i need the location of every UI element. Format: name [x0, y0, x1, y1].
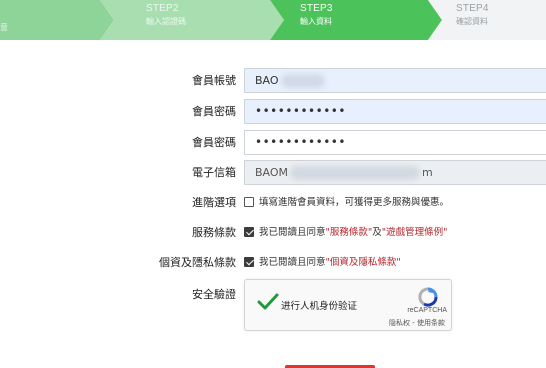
step2-segment — [100, 0, 284, 40]
step3: STEP3 輸入資料 — [300, 4, 333, 26]
privacy-checkbox[interactable] — [244, 256, 254, 267]
password-input[interactable]: •••••••••••• — [244, 99, 546, 124]
step4-title: STEP4 — [456, 3, 489, 14]
step4-subtitle: 確認資料 — [456, 17, 488, 26]
step4: STEP4 確認資料 — [456, 4, 489, 26]
step3-title: STEP3 — [300, 3, 333, 14]
email-input[interactable]: BAOM m — [244, 160, 546, 185]
step3-subtitle: 輸入資料 — [300, 17, 332, 26]
service-terms-link[interactable]: "服務條款" — [326, 227, 373, 238]
terms-middle: 及 — [372, 227, 382, 238]
privacy-label: 個資及隱私條款 — [159, 256, 236, 269]
terms-option[interactable]: 我已閱讀且同意"服務條款"及"遊戲管理條例" — [244, 220, 448, 246]
step2-title: STEP2 — [146, 3, 179, 14]
account-value: BAO — [255, 74, 279, 87]
privacy-row: 個資及隱私條款 我已閱讀且同意"個資及隱私條款" — [0, 250, 546, 276]
terms-label: 服務條款 — [192, 226, 236, 239]
email-value-end: m — [422, 166, 433, 179]
recaptcha-widget[interactable]: 进行人机身份验证 reCAPTCHA 隐私权 - 使用条款 — [244, 279, 452, 331]
redaction-blur — [280, 74, 325, 88]
redaction-blur — [290, 166, 421, 180]
checkmark-icon[interactable] — [257, 293, 279, 311]
password-row: 會員密碼 •••••••••••• — [0, 99, 546, 125]
advanced-checkbox[interactable] — [244, 196, 254, 207]
recaptcha-brand: reCAPTCHA — [407, 307, 447, 314]
email-label: 電子信箱 — [192, 166, 236, 179]
privacy-prefix: 我已閱讀且同意 — [259, 257, 326, 268]
step2: STEP2 輸入認證碼 — [146, 4, 186, 26]
terms-prefix: 我已閱讀且同意 — [259, 227, 326, 238]
email-value-start: BAOM — [255, 166, 289, 179]
account-input[interactable]: BAO — [244, 68, 546, 93]
game-rules-link[interactable]: "遊戲管理條例" — [382, 227, 448, 238]
terms-checkbox[interactable] — [244, 226, 254, 237]
account-label: 會員帳號 — [192, 74, 236, 87]
step1-segment — [0, 0, 114, 40]
password-confirm-label: 會員密碼 — [192, 136, 236, 149]
recaptcha-logo-icon — [418, 287, 438, 307]
terms-row: 服務條款 我已閱讀且同意"服務條款"及"遊戲管理條例" — [0, 220, 546, 246]
account-row: 會員帳號 BAO — [0, 68, 546, 94]
step3-segment — [270, 0, 442, 40]
advanced-label: 進階選項 — [192, 196, 236, 209]
advanced-option[interactable]: 填寫進階會員資料，可獲得更多服務與優惠。 — [244, 190, 449, 216]
password-confirm-value: •••••••••••• — [255, 135, 346, 149]
advanced-text: 填寫進階會員資料，可獲得更多服務與優惠。 — [259, 197, 450, 208]
email-row: 電子信箱 BAOM m — [0, 160, 546, 186]
step1-subtitle: 意 — [0, 23, 8, 32]
privacy-option[interactable]: 我已閱讀且同意"個資及隱私條款" — [244, 250, 401, 276]
privacy-terms-link[interactable]: "個資及隱私條款" — [326, 257, 401, 268]
step2-subtitle: 輸入認證碼 — [146, 17, 186, 26]
password-confirm-input[interactable]: •••••••••••• — [244, 130, 546, 155]
password-value: •••••••••••• — [255, 104, 346, 118]
password-label: 會員密碼 — [192, 105, 236, 118]
step-progress-bar: 意 STEP2 輸入認證碼 STEP3 輸入資料 STEP4 確認資料 — [0, 0, 546, 40]
recaptcha-links[interactable]: 隐私权 - 使用条款 — [389, 318, 445, 328]
password-confirm-row: 會員密碼 •••••••••••• — [0, 130, 546, 156]
advanced-row: 進階選項 填寫進階會員資料，可獲得更多服務與優惠。 — [0, 190, 546, 216]
security-label: 安全驗證 — [192, 288, 236, 301]
recaptcha-label: 进行人机身份验证 — [281, 301, 358, 312]
